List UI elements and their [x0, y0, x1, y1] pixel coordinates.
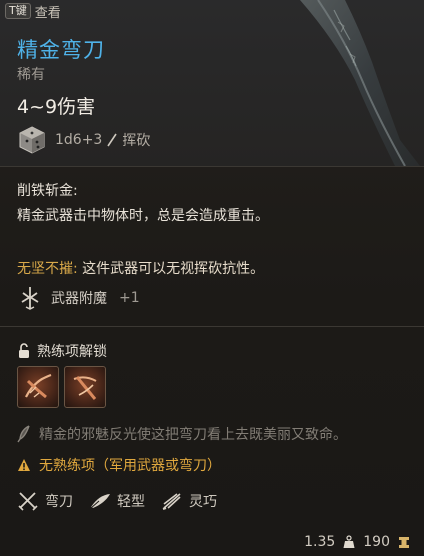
proficiency-header: 熟练项解锁: [17, 341, 107, 361]
tag-label: 弯刀: [45, 494, 73, 510]
ability-text: 这件武器可以无视挥砍抗性。: [77, 261, 265, 277]
gold-icon: [399, 536, 409, 548]
tooltip-header: T键 查看 精金弯刀 稀有 4~9伤害 1d6+3 挥砍: [0, 0, 424, 166]
proficiency-slots: [17, 366, 106, 408]
item-name: 精金弯刀: [17, 38, 105, 62]
enchant-label: 武器附魔: [51, 291, 107, 307]
description-body: 精金武器击中物体时，总是会造成重击。: [17, 208, 269, 224]
footer: 1.35 190: [304, 534, 410, 550]
quill-icon: [17, 425, 30, 443]
proficiency-slot[interactable]: [64, 366, 106, 408]
warning-text: 无熟练项（军用武器或弯刀）: [39, 458, 221, 474]
enchant-icon: [21, 287, 39, 310]
warning-icon: [18, 459, 30, 471]
weapon-tags: 弯刀 轻型 灵巧: [17, 491, 217, 511]
damage-dice-row: 1d6+3 挥砍: [17, 125, 150, 155]
ability-name: 无坚不摧:: [17, 261, 78, 277]
item-tooltip: T键 查看 精金弯刀 稀有 4~9伤害 1d6+3 挥砍 削铁斩金: 精金武器击…: [0, 0, 424, 556]
finesse-icon: [162, 493, 181, 510]
weight-icon: [343, 535, 355, 548]
sword-arm-icon: [25, 373, 52, 399]
tag-label: 轻型: [117, 494, 145, 510]
proficiency-slot[interactable]: [17, 366, 59, 408]
crossbow-arm-icon: [73, 376, 97, 400]
tag-light[interactable]: 轻型: [89, 491, 145, 511]
proficiency-label: 熟练项解锁: [37, 344, 107, 360]
warning-row: 无熟练项（军用武器或弯刀）: [17, 455, 221, 475]
divider: [0, 326, 424, 327]
view-hint: T键 查看: [5, 2, 61, 21]
description-title: 削铁斩金:: [17, 183, 78, 199]
scimitar-icon: [18, 492, 38, 511]
dice-formula: 1d6+3: [55, 132, 103, 148]
ability-line: 无坚不摧: 这件武器可以无视挥砍抗性。: [17, 258, 264, 278]
damage-range: 4~9伤害: [17, 96, 96, 118]
price-value: 190: [363, 534, 390, 550]
weight-value: 1.35: [304, 534, 336, 550]
damage-type: 挥砍: [122, 133, 151, 149]
divider: [0, 166, 424, 167]
slashing-icon: [107, 133, 118, 147]
flavor-text: 精金的邪魅反光使这把弯刀看上去既美丽又致命。: [39, 427, 347, 443]
flavor-row: 精金的邪魅反光使这把弯刀看上去既美丽又致命。: [17, 424, 347, 444]
item-rarity: 稀有: [17, 67, 45, 83]
hint-label: 查看: [34, 5, 61, 21]
dice-icon: [19, 126, 45, 154]
tag-finesse[interactable]: 灵巧: [161, 491, 217, 511]
feather-icon: [90, 494, 110, 509]
tag-label: 灵巧: [189, 494, 217, 510]
unlock-icon: [19, 343, 29, 358]
enchant-row: 武器附魔 +1: [17, 285, 140, 311]
key-badge: T键: [5, 3, 31, 19]
tag-scimitar[interactable]: 弯刀: [17, 491, 73, 511]
enchant-value: +1: [119, 290, 140, 306]
